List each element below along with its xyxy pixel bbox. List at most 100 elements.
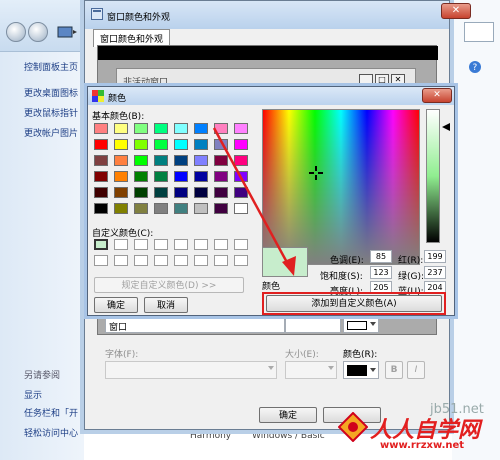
basic-color-swatch[interactable] bbox=[214, 139, 228, 150]
basic-color-swatch[interactable] bbox=[134, 171, 148, 182]
basic-color-swatch[interactable] bbox=[174, 187, 188, 198]
see-also-taskbar-link[interactable]: 任务栏和「开 bbox=[24, 406, 78, 419]
custom-color-swatch[interactable] bbox=[134, 239, 148, 250]
basic-color-swatch[interactable] bbox=[174, 203, 188, 214]
custom-color-swatch[interactable] bbox=[234, 239, 248, 250]
saturation-input[interactable]: 123 bbox=[370, 266, 392, 279]
basic-color-swatch[interactable] bbox=[154, 203, 168, 214]
basic-color-swatch[interactable] bbox=[234, 187, 248, 198]
custom-color-swatch[interactable] bbox=[174, 239, 188, 250]
custom-color-swatch[interactable] bbox=[234, 255, 248, 266]
custom-color-swatch[interactable] bbox=[154, 255, 168, 266]
font-size-select[interactable] bbox=[285, 361, 337, 379]
basic-color-swatch[interactable] bbox=[94, 139, 108, 150]
font-select[interactable] bbox=[105, 361, 277, 379]
basic-color-swatch[interactable] bbox=[114, 203, 128, 214]
help-icon[interactable]: ? bbox=[468, 60, 494, 74]
basic-color-swatch[interactable] bbox=[154, 123, 168, 134]
custom-color-swatch[interactable] bbox=[94, 255, 108, 266]
basic-color-swatch[interactable] bbox=[134, 155, 148, 166]
hue-input[interactable]: 85 bbox=[370, 250, 392, 263]
basic-color-swatch[interactable] bbox=[194, 203, 208, 214]
basic-color-swatch[interactable] bbox=[234, 123, 248, 134]
custom-color-swatch[interactable] bbox=[174, 255, 188, 266]
sidebar-link-desktop-icons[interactable]: 更改桌面图标 bbox=[24, 86, 78, 99]
custom-color-swatch[interactable] bbox=[214, 239, 228, 250]
close-icon[interactable]: ✕ bbox=[422, 88, 452, 103]
basic-color-swatch[interactable] bbox=[194, 123, 208, 134]
basic-color-swatch[interactable] bbox=[154, 171, 168, 182]
italic-button[interactable]: I bbox=[407, 361, 425, 379]
basic-color-swatch[interactable] bbox=[94, 123, 108, 134]
basic-color-swatch[interactable] bbox=[194, 155, 208, 166]
custom-color-swatch[interactable] bbox=[134, 255, 148, 266]
basic-color-swatch[interactable] bbox=[94, 155, 108, 166]
brand-logo-icon bbox=[337, 411, 369, 443]
basic-color-swatch[interactable] bbox=[214, 123, 228, 134]
basic-color-swatch[interactable] bbox=[174, 155, 188, 166]
custom-color-swatch[interactable] bbox=[194, 239, 208, 250]
basic-color-swatch[interactable] bbox=[214, 155, 228, 166]
see-also-display-link[interactable]: 显示 bbox=[24, 388, 42, 401]
bold-button[interactable]: B bbox=[385, 361, 403, 379]
red-input[interactable]: 199 bbox=[424, 250, 446, 263]
basic-color-swatch[interactable] bbox=[214, 187, 228, 198]
custom-color-swatch[interactable] bbox=[214, 255, 228, 266]
basic-color-swatch[interactable] bbox=[234, 155, 248, 166]
sidebar-link-account-picture[interactable]: 更改帐户图片 bbox=[24, 126, 78, 139]
custom-color-swatch[interactable] bbox=[114, 255, 128, 266]
see-also-ease-of-access-link[interactable]: 轻松访问中心 bbox=[24, 426, 78, 439]
basic-color-swatch[interactable] bbox=[94, 171, 108, 182]
define-custom-colors-button[interactable]: 规定自定义颜色(D) >> bbox=[94, 277, 244, 293]
basic-color-swatch[interactable] bbox=[134, 123, 148, 134]
basic-color-swatch[interactable] bbox=[194, 187, 208, 198]
basic-color-swatch[interactable] bbox=[134, 203, 148, 214]
theme-name-harmony[interactable]: Harmony bbox=[190, 431, 231, 441]
luminance-slider[interactable] bbox=[426, 109, 440, 243]
ok-button[interactable]: 确定 bbox=[94, 297, 138, 313]
search-box[interactable] bbox=[464, 22, 494, 42]
basic-color-swatch[interactable] bbox=[234, 171, 248, 182]
color-spectrum[interactable] bbox=[262, 109, 420, 265]
basic-color-swatch[interactable] bbox=[94, 187, 108, 198]
cancel-button[interactable]: 取消 bbox=[144, 297, 188, 313]
basic-color-swatch[interactable] bbox=[154, 155, 168, 166]
basic-color-swatch[interactable] bbox=[114, 171, 128, 182]
basic-color-swatch[interactable] bbox=[174, 123, 188, 134]
custom-color-swatch[interactable] bbox=[114, 239, 128, 250]
green-input[interactable]: 237 bbox=[424, 266, 446, 279]
basic-color-swatch[interactable] bbox=[174, 139, 188, 150]
sidebar-link-home[interactable]: 控制面板主页 bbox=[24, 60, 78, 73]
basic-color-swatch[interactable] bbox=[114, 155, 128, 166]
ok-button[interactable]: 确定 bbox=[259, 407, 317, 423]
basic-color-swatch[interactable] bbox=[194, 171, 208, 182]
custom-color-swatch[interactable] bbox=[154, 239, 168, 250]
sidebar-link-mouse-pointer[interactable]: 更改鼠标指针 bbox=[24, 106, 78, 119]
basic-color-swatch[interactable] bbox=[154, 139, 168, 150]
forward-arrow-icon[interactable] bbox=[28, 22, 48, 42]
basic-color-swatch[interactable] bbox=[214, 203, 228, 214]
basic-color-swatch[interactable] bbox=[234, 139, 248, 150]
basic-color-swatch[interactable] bbox=[214, 171, 228, 182]
crosshair-icon[interactable] bbox=[309, 166, 323, 180]
custom-color-swatch[interactable] bbox=[194, 255, 208, 266]
basic-color-swatch[interactable] bbox=[94, 203, 108, 214]
theme-name-windows-basic[interactable]: Windows / Basic bbox=[252, 431, 325, 441]
basic-color-swatch[interactable] bbox=[114, 187, 128, 198]
item-select[interactable]: 窗口 bbox=[105, 317, 285, 333]
basic-color-swatch[interactable] bbox=[114, 123, 128, 134]
basic-color-swatch[interactable] bbox=[114, 139, 128, 150]
item-size-input[interactable] bbox=[285, 317, 341, 333]
basic-color-swatch[interactable] bbox=[194, 139, 208, 150]
basic-color-swatch[interactable] bbox=[234, 203, 248, 214]
custom-color-swatch[interactable] bbox=[94, 239, 108, 250]
font-color-picker[interactable] bbox=[343, 361, 379, 379]
basic-color-swatch[interactable] bbox=[134, 187, 148, 198]
basic-color-swatch[interactable] bbox=[174, 171, 188, 182]
basic-color-swatch[interactable] bbox=[134, 139, 148, 150]
item-color-picker[interactable] bbox=[343, 317, 379, 333]
basic-color-swatch[interactable] bbox=[154, 187, 168, 198]
back-arrow-icon[interactable] bbox=[6, 22, 26, 42]
luminance-arrow-icon[interactable] bbox=[442, 123, 450, 131]
close-icon[interactable]: ✕ bbox=[441, 3, 471, 19]
